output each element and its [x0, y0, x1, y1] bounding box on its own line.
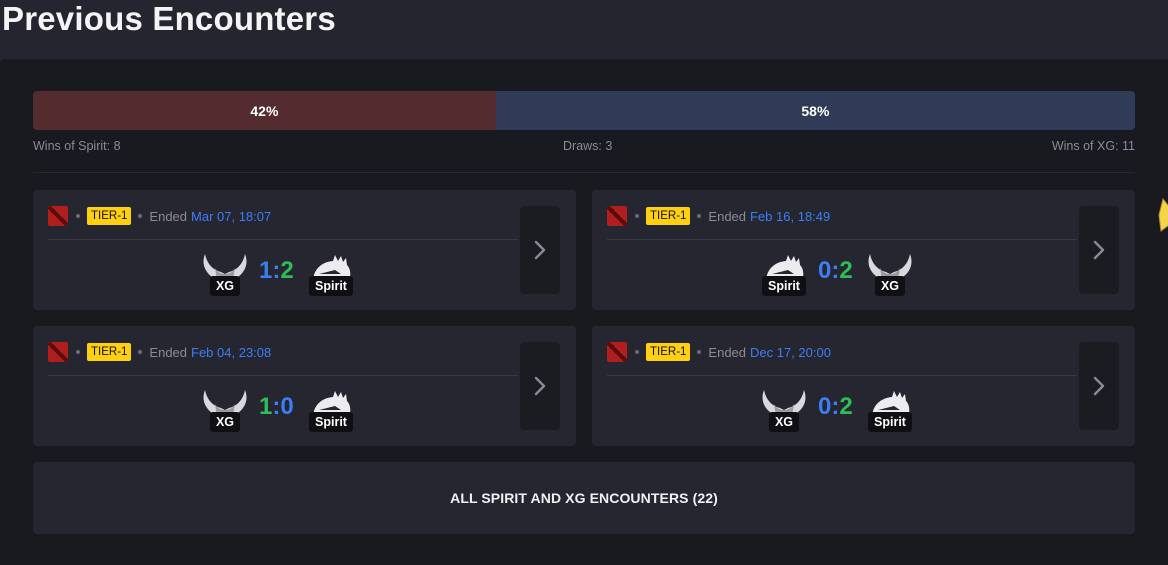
separator-dot: [697, 350, 702, 354]
separator-dot: [76, 350, 80, 354]
team-name: Spirit: [309, 412, 353, 432]
separator-dot: [635, 350, 639, 354]
match-score: 1 : 0: [259, 392, 294, 422]
xg-ratio-segment: 58%: [495, 91, 1135, 130]
match-date: Feb 16, 18:49: [750, 208, 831, 224]
team-name: XG: [209, 276, 241, 296]
team-left: XG: [199, 252, 251, 296]
all-encounters-button[interactable]: ALL SPIRIT AND XG ENCOUNTERS (22): [33, 462, 1135, 534]
dota2-icon: [48, 206, 68, 226]
match-score: 1 : 2: [259, 256, 294, 286]
score-left: 0: [818, 393, 832, 420]
match-details-button[interactable]: [1079, 206, 1119, 294]
match-date: Dec 17, 20:00: [750, 344, 831, 360]
score-left: 1: [259, 393, 273, 420]
draws-stat: Draws: 3: [563, 139, 613, 153]
chevron-right-icon: [1093, 376, 1105, 396]
separator-dot: [697, 214, 702, 218]
separator-dot: [138, 214, 143, 218]
match-details-button[interactable]: [520, 342, 560, 430]
team-name: Spirit: [868, 412, 912, 432]
card-divider: [48, 239, 518, 240]
match-card[interactable]: TIER-1 Ended Feb 16, 18:49 Spirit 0 : 2 …: [592, 190, 1135, 310]
separator-dot: [635, 214, 639, 218]
score-left: 0: [818, 257, 832, 284]
score-right: 2: [839, 257, 853, 284]
score-separator: :: [272, 257, 281, 284]
match-card[interactable]: TIER-1 Ended Feb 04, 23:08 XG 1 : 0 Spir…: [33, 326, 576, 446]
team-right: XG: [864, 252, 916, 296]
tier-badge: TIER-1: [87, 343, 132, 361]
dota2-icon: [48, 342, 68, 362]
team-left: XG: [758, 388, 810, 432]
win-ratio-bar: 42% 58%: [33, 91, 1135, 130]
separator-dot: [138, 350, 143, 354]
match-header: TIER-1 Ended Feb 04, 23:08: [48, 342, 271, 362]
score-right: 2: [839, 393, 853, 420]
match-details-button[interactable]: [520, 206, 560, 294]
score-separator: :: [272, 393, 281, 420]
score-right: 2: [280, 257, 294, 284]
stats-row: Wins of Spirit: 8 Draws: 3 Wins of XG: 1…: [33, 139, 1135, 155]
match-score: 0 : 2: [818, 256, 853, 286]
match-score: 0 : 2: [818, 392, 853, 422]
team-right: Spirit: [305, 388, 357, 432]
chevron-right-icon: [534, 240, 546, 260]
team-name: XG: [874, 276, 906, 296]
team-right: Spirit: [864, 388, 916, 432]
spirit-ratio-segment: 42%: [33, 91, 496, 130]
ended-label: Ended: [149, 344, 188, 360]
match-header: TIER-1 Ended Feb 16, 18:49: [607, 206, 830, 226]
tier-badge: TIER-1: [646, 207, 691, 225]
page-title: Previous Encounters: [2, 0, 336, 37]
match-header: TIER-1 Ended Mar 07, 18:07: [48, 206, 271, 226]
trophy-icon: [1158, 197, 1168, 232]
team-name: XG: [768, 412, 800, 432]
dota2-icon: [607, 342, 627, 362]
card-divider: [607, 239, 1077, 240]
match-date: Feb 04, 23:08: [191, 344, 272, 360]
card-divider: [607, 375, 1077, 376]
separator-dot: [76, 214, 80, 218]
team-name: Spirit: [309, 276, 353, 296]
match-date: Mar 07, 18:07: [191, 208, 272, 224]
team-left: XG: [199, 388, 251, 432]
match-card[interactable]: TIER-1 Ended Mar 07, 18:07 XG 1 : 2 Spir…: [33, 190, 576, 310]
spirit-wins-stat: Wins of Spirit: 8: [33, 139, 121, 153]
match-details-button[interactable]: [1079, 342, 1119, 430]
score-left: 1: [259, 257, 273, 284]
team-left: Spirit: [758, 252, 810, 296]
score-separator: :: [831, 257, 840, 284]
card-divider: [48, 375, 518, 376]
tier-badge: TIER-1: [646, 343, 691, 361]
ended-label: Ended: [149, 208, 188, 224]
team-right: Spirit: [305, 252, 357, 296]
ended-label: Ended: [708, 344, 747, 360]
divider: [33, 172, 1135, 173]
chevron-right-icon: [1093, 240, 1105, 260]
dota2-icon: [607, 206, 627, 226]
score-right: 0: [280, 393, 294, 420]
match-header: TIER-1 Ended Dec 17, 20:00: [607, 342, 831, 362]
chevron-right-icon: [534, 376, 546, 396]
xg-wins-stat: Wins of XG: 11: [1051, 139, 1135, 153]
ended-label: Ended: [708, 208, 747, 224]
score-separator: :: [831, 393, 840, 420]
encounters-panel: 42% 58% Wins of Spirit: 8 Draws: 3 Wins …: [0, 59, 1168, 565]
team-name: XG: [209, 412, 241, 432]
match-card[interactable]: TIER-1 Ended Dec 17, 20:00 XG 0 : 2 Spir…: [592, 326, 1135, 446]
team-name: Spirit: [762, 276, 806, 296]
tier-badge: TIER-1: [87, 207, 132, 225]
